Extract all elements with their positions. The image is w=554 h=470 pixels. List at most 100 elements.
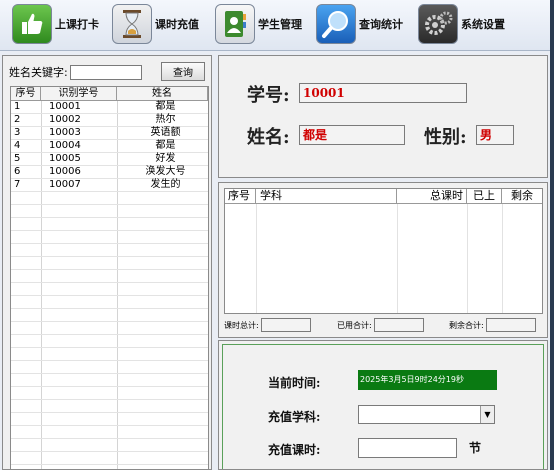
table-row[interactable]: 6 10006 涣发大号 [11,166,208,179]
row-name [117,244,208,256]
col-header-total-hours[interactable]: 总课时 [397,189,467,203]
row-index [11,400,41,412]
total-hours-summary: 课时总计: [224,318,311,332]
checkin-label: 上课打卡 [55,18,99,31]
row-name [117,322,208,334]
table-row[interactable]: 1 10001 都是 [11,101,208,114]
table-row[interactable] [11,348,208,361]
column-divider [256,204,257,313]
table-row[interactable] [11,439,208,452]
row-index: 4 [14,140,21,151]
student-manage-label: 学生管理 [258,18,302,31]
table-row[interactable] [11,452,208,465]
col-header-remaining[interactable]: 剩余 [502,189,542,203]
name-keyword-input[interactable] [69,64,142,80]
table-row[interactable] [11,322,208,335]
row-id: 10005 [49,153,81,164]
row-index [11,374,41,386]
chevron-down-icon[interactable]: ▼ [480,406,494,423]
table-row[interactable]: 4 10004 都是 [11,140,208,153]
recharge-panel: 当前时间: 2025年3月5日9时24分19秒 充值学科: ▼ 充值课时: 节 [218,340,548,470]
used-hours-label: 已用合计: [337,320,372,330]
student-name-label: 姓名: [247,127,290,148]
query-button[interactable]: 查询 [161,62,205,81]
row-id: 10001 [49,101,81,112]
table-row[interactable] [11,231,208,244]
table-row[interactable] [11,296,208,309]
row-name: 涣发大号 [145,166,186,177]
table-row[interactable]: 3 10003 英语额 [11,127,208,140]
row-name [117,218,208,230]
table-row[interactable] [11,374,208,387]
col-header-index[interactable]: 序号 [11,87,41,100]
row-name: 好发 [155,153,176,164]
table-row[interactable] [11,270,208,283]
student-manage-button[interactable]: 学生管理 [215,3,302,45]
query-stats-label: 查询统计 [359,18,403,31]
col-header-id[interactable]: 识别学号 [41,87,117,100]
row-id [41,465,117,469]
remaining-hours-label: 剩余合计: [449,320,484,330]
magnifier-icon [316,4,356,44]
table-row[interactable] [11,335,208,348]
checkin-button[interactable]: 上课打卡 [12,3,99,45]
col-header-used[interactable]: 已上 [467,189,502,203]
student-list-panel: 姓名关键字: 查询 序号 识别学号 姓名 1 10001 都是 2 10002 热尔 3 10… [2,55,212,470]
row-index [11,309,41,321]
total-hours-label: 课时总计: [224,320,259,330]
row-index [11,465,41,469]
recharge-subject-select[interactable]: ▼ [358,405,495,424]
student-table[interactable]: 序号 识别学号 姓名 1 10001 都是 2 10002 热尔 3 10003 英语额 4 100… [10,86,209,470]
table-row[interactable]: 7 10007 发生的 [11,179,208,192]
contact-book-icon [215,4,255,44]
table-row[interactable]: 2 10002 热尔 [11,114,208,127]
col-header-name[interactable]: 姓名 [117,87,208,100]
table-row[interactable]: 5 10005 好发 [11,153,208,166]
table-row[interactable] [11,413,208,426]
table-row[interactable] [11,244,208,257]
table-row[interactable] [11,192,208,205]
row-index [11,231,41,243]
recharge-hours-input[interactable] [358,438,457,458]
query-stats-button[interactable]: 查询统计 [316,3,403,45]
row-id [41,296,117,308]
row-index [11,413,41,425]
row-id [41,309,117,321]
row-id [41,244,117,256]
subject-hours-table[interactable]: 序号 学科 总课时 已上 剩余 [224,188,543,314]
table-row[interactable] [11,218,208,231]
row-index: 7 [14,179,21,190]
row-name [117,400,208,412]
remaining-hours-summary: 剩余合计: [449,318,536,332]
row-name [117,387,208,399]
student-info-panel: 学号: 10001 姓名: 都是 性别: 男 [218,55,548,178]
col-header-index[interactable]: 序号 [225,189,256,203]
table-row[interactable] [11,361,208,374]
used-hours-value [373,318,424,332]
column-divider [467,204,468,313]
row-index [11,361,41,373]
subject-hours-panel: 序号 学科 总课时 已上 剩余 课时总计: 已用合计: 剩余合计: [218,182,548,338]
settings-button[interactable]: 系统设置 [418,3,505,45]
row-name [117,205,208,217]
main-toolbar: 上课打卡 课时充值 学生管理 查询统计 系统设置 [0,0,554,51]
row-index [11,283,41,295]
recharge-button[interactable]: 课时充值 [112,3,199,45]
current-time-value: 2025年3月5日9时24分19秒 [358,370,497,390]
window-edge [550,0,554,470]
table-row[interactable] [11,400,208,413]
student-table-header: 序号 识别学号 姓名 [11,87,208,101]
table-row[interactable] [11,205,208,218]
table-row[interactable] [11,257,208,270]
table-row[interactable] [11,426,208,439]
table-row[interactable] [11,309,208,322]
table-row[interactable] [11,465,208,469]
student-id-label: 学号: [247,85,290,106]
row-index: 2 [14,114,21,125]
row-id [41,400,117,412]
row-index [11,205,41,217]
table-row[interactable] [11,387,208,400]
col-header-subject[interactable]: 学科 [256,189,397,203]
table-row[interactable] [11,283,208,296]
row-name [117,296,208,308]
